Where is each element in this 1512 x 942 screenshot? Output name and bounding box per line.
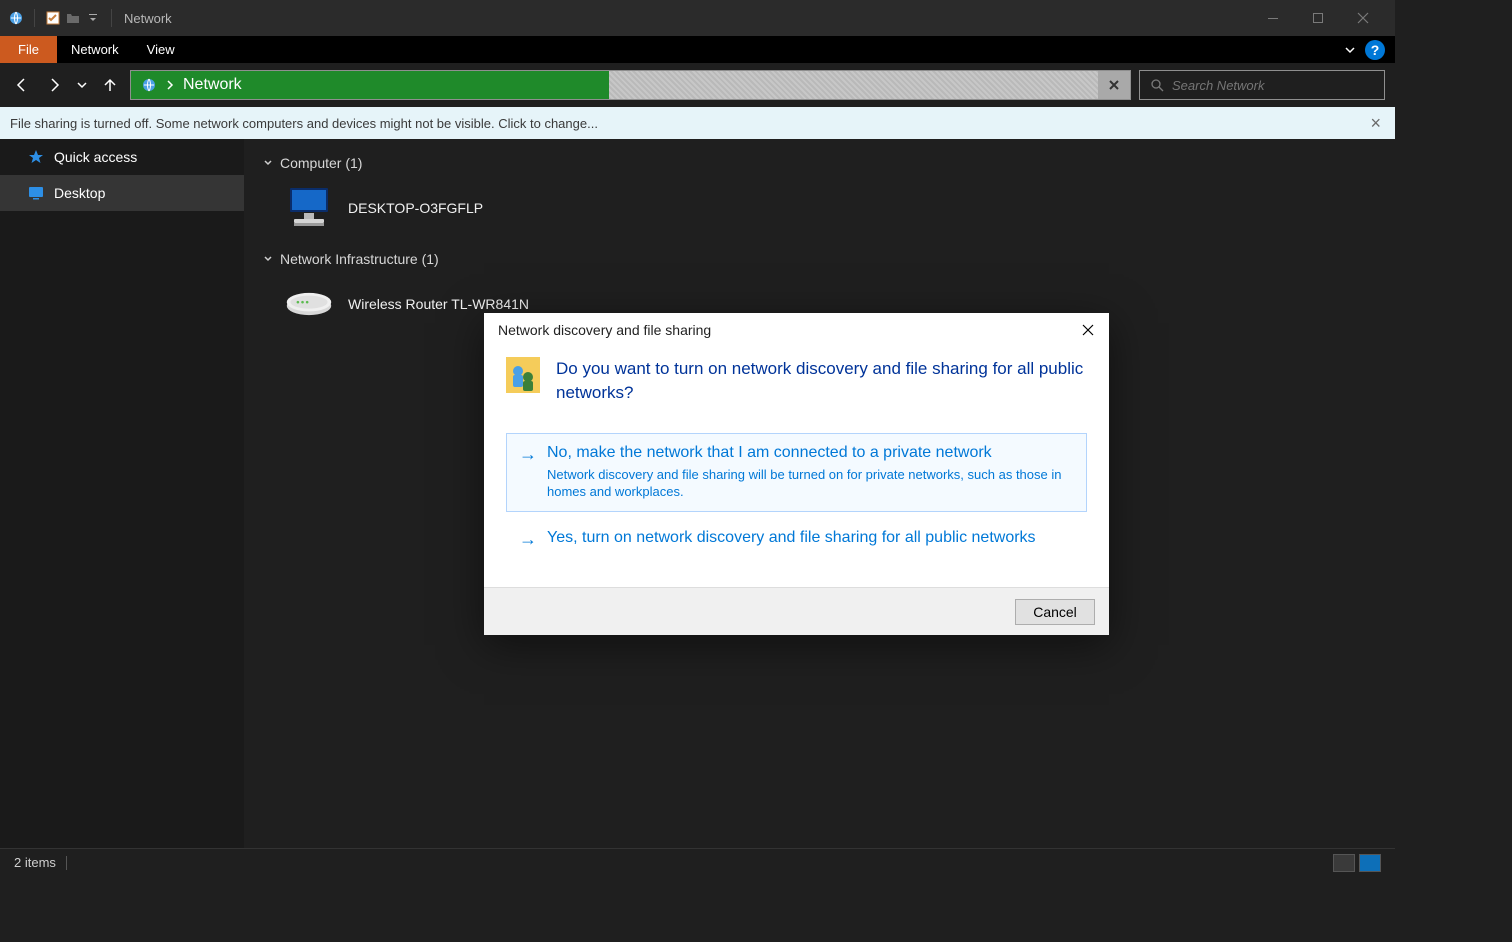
window-title: Network [124, 11, 172, 26]
dialog-close-icon[interactable] [1081, 323, 1095, 337]
view-tab[interactable]: View [133, 36, 189, 63]
network-icon [8, 10, 24, 26]
recent-dropdown-icon[interactable] [74, 73, 90, 97]
network-sharing-icon [506, 357, 540, 393]
group-header[interactable]: Network Infrastructure (1) [262, 251, 1377, 267]
computer-icon [284, 185, 334, 231]
quick-access-toolbar [8, 9, 118, 27]
router-icon [284, 281, 334, 327]
option-desc: Network discovery and file sharing will … [547, 466, 1074, 501]
group-computer: Computer (1) DESKTOP-O3FGFLP [262, 155, 1377, 235]
sidebar-item-label: Quick access [54, 149, 137, 165]
arrow-right-icon: → [519, 444, 537, 466]
group-header-label: Computer (1) [280, 155, 362, 171]
info-bar-message: File sharing is turned off. Some network… [10, 116, 598, 131]
nav-row: Network [0, 63, 1395, 107]
chevron-down-icon[interactable] [262, 253, 274, 265]
cancel-button[interactable]: Cancel [1015, 599, 1095, 625]
back-button[interactable] [10, 73, 34, 97]
location-network-icon [141, 77, 157, 93]
dialog-title: Network discovery and file sharing [498, 322, 711, 338]
file-tab[interactable]: File [0, 36, 57, 63]
group-header-label: Network Infrastructure (1) [280, 251, 439, 267]
explorer-window: Network File Network View ? Network [0, 0, 1395, 876]
dialog-option-public[interactable]: → Yes, turn on network discovery and fil… [506, 518, 1087, 562]
ribbon-tabs: File Network View ? [0, 36, 1395, 63]
close-button[interactable] [1340, 0, 1385, 36]
window-controls [1250, 0, 1385, 36]
info-bar-close-icon[interactable]: × [1366, 113, 1385, 134]
option-title: No, make the network that I am connected… [547, 444, 1074, 462]
entry-label: Wireless Router TL-WR841N [348, 296, 529, 312]
view-toggles [1333, 854, 1381, 872]
arrow-right-icon: → [519, 529, 537, 551]
help-button[interactable]: ? [1365, 40, 1385, 60]
minimize-button[interactable] [1250, 0, 1295, 36]
new-folder-icon[interactable] [65, 10, 81, 26]
details-view-toggle[interactable] [1333, 854, 1355, 872]
sidebar-item-label: Desktop [54, 185, 105, 201]
entry-label: DESKTOP-O3FGFLP [348, 200, 483, 216]
dialog-network-discovery: Network discovery and file sharing Do yo… [484, 313, 1109, 635]
chevron-down-icon[interactable] [262, 157, 274, 169]
search-box[interactable] [1139, 70, 1385, 100]
titlebar: Network [0, 0, 1395, 36]
chevron-right-icon[interactable] [165, 79, 175, 91]
sidebar-item-quick-access[interactable]: Quick access [0, 139, 244, 175]
properties-icon[interactable] [45, 10, 61, 26]
ribbon-expand-icon[interactable] [1343, 43, 1357, 57]
sidebar-item-desktop[interactable]: Desktop [0, 175, 244, 211]
desktop-icon [28, 185, 44, 201]
group-header[interactable]: Computer (1) [262, 155, 1377, 171]
star-icon [28, 149, 44, 165]
nav-pane: Quick access Desktop [0, 139, 244, 848]
search-icon [1150, 78, 1164, 92]
search-input[interactable] [1172, 78, 1374, 93]
address-progress [609, 71, 1098, 99]
stop-refresh-button[interactable] [1098, 71, 1130, 99]
info-bar[interactable]: File sharing is turned off. Some network… [0, 107, 1395, 139]
customize-qat-dropdown-icon[interactable] [85, 10, 101, 26]
computer-entry[interactable]: DESKTOP-O3FGFLP [262, 181, 1377, 235]
breadcrumb-network[interactable]: Network [183, 76, 242, 94]
icons-view-toggle[interactable] [1359, 854, 1381, 872]
forward-button[interactable] [42, 73, 66, 97]
status-bar: 2 items [0, 848, 1395, 876]
address-bar[interactable]: Network [130, 70, 1131, 100]
dialog-footer: Cancel [484, 587, 1109, 635]
status-count: 2 items [14, 855, 56, 870]
network-tab[interactable]: Network [57, 36, 133, 63]
dialog-heading: Do you want to turn on network discovery… [556, 357, 1087, 405]
maximize-button[interactable] [1295, 0, 1340, 36]
up-button[interactable] [98, 73, 122, 97]
dialog-option-private[interactable]: → No, make the network that I am connect… [506, 433, 1087, 512]
option-title: Yes, turn on network discovery and file … [547, 529, 1036, 547]
dialog-titlebar: Network discovery and file sharing [484, 313, 1109, 347]
